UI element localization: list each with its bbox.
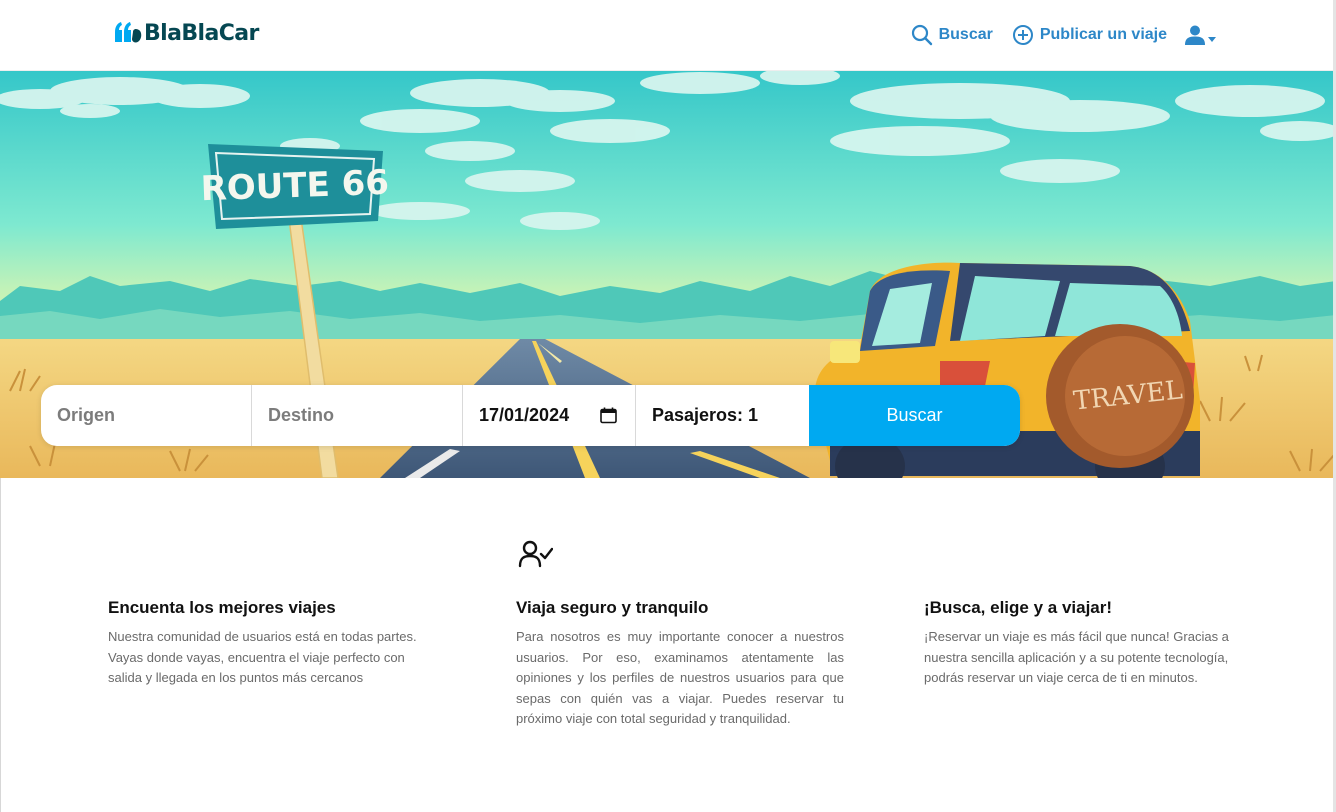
feature-text: Para nosotros es muy importante conocer … xyxy=(516,629,844,726)
feature-title: ¡Busca, elige y a viajar! xyxy=(924,598,1113,617)
top-nav: Buscar Publicar un viaje xyxy=(911,24,1216,46)
nav-search-label: Buscar xyxy=(938,26,993,43)
user-menu-button[interactable] xyxy=(1184,24,1216,46)
nav-publish-label: Publicar un viaje xyxy=(1039,26,1167,43)
brand-name: BlaBlaCar xyxy=(144,20,259,46)
feature-best-trips: Encuenta los mejores viajes Nuestra comu… xyxy=(108,598,436,689)
blablacar-logo-icon xyxy=(115,22,142,43)
date-input[interactable]: 17/01/2024 xyxy=(463,385,636,446)
feature-text: ¡Reservar un viaje es más fácil que nunc… xyxy=(924,629,1229,685)
origin-placeholder: Origen xyxy=(57,405,116,425)
user-check-icon xyxy=(518,540,553,568)
plus-circle-icon xyxy=(1012,25,1033,45)
features-section: Encuenta los mejores viajes Nuestra comu… xyxy=(0,478,1336,812)
search-icon xyxy=(911,24,932,46)
nav-publish-link[interactable]: Publicar un viaje xyxy=(1012,24,1167,46)
destination-placeholder: Destino xyxy=(268,405,335,425)
caret-down-icon xyxy=(1208,37,1216,42)
feature-title: Encuenta los mejores viajes xyxy=(108,598,336,617)
feature-text: Nuestra comunidad de usuarios está en to… xyxy=(108,629,417,685)
search-submit-button[interactable]: Buscar xyxy=(809,385,1020,446)
feature-safe-travel: Viaja seguro y tranquilo Para nosotros e… xyxy=(516,598,844,730)
nav-search-link[interactable]: Buscar xyxy=(911,24,993,46)
top-header: BlaBlaCar Buscar Publicar un viaje xyxy=(0,0,1336,71)
brand-logo[interactable]: BlaBlaCar xyxy=(113,20,259,46)
feature-search-choose: ¡Busca, elige y a viajar! ¡Reservar un v… xyxy=(924,598,1252,689)
origin-input[interactable]: Origen xyxy=(41,385,252,446)
destination-input[interactable]: Destino xyxy=(252,385,463,446)
user-icon xyxy=(1185,25,1205,45)
feature-title: Viaja seguro y tranquilo xyxy=(516,598,709,617)
date-value: 17/01/2024 xyxy=(479,405,570,425)
calendar-icon[interactable] xyxy=(600,407,617,424)
passengers-select[interactable]: Pasajeros: 1 xyxy=(636,385,809,446)
trip-search-form: Origen Destino 17/01/2024 Pasajeros: 1 B… xyxy=(41,385,1020,446)
sign-text: ROUTE 66 xyxy=(200,163,390,210)
passengers-value: Pasajeros: 1 xyxy=(652,405,759,425)
